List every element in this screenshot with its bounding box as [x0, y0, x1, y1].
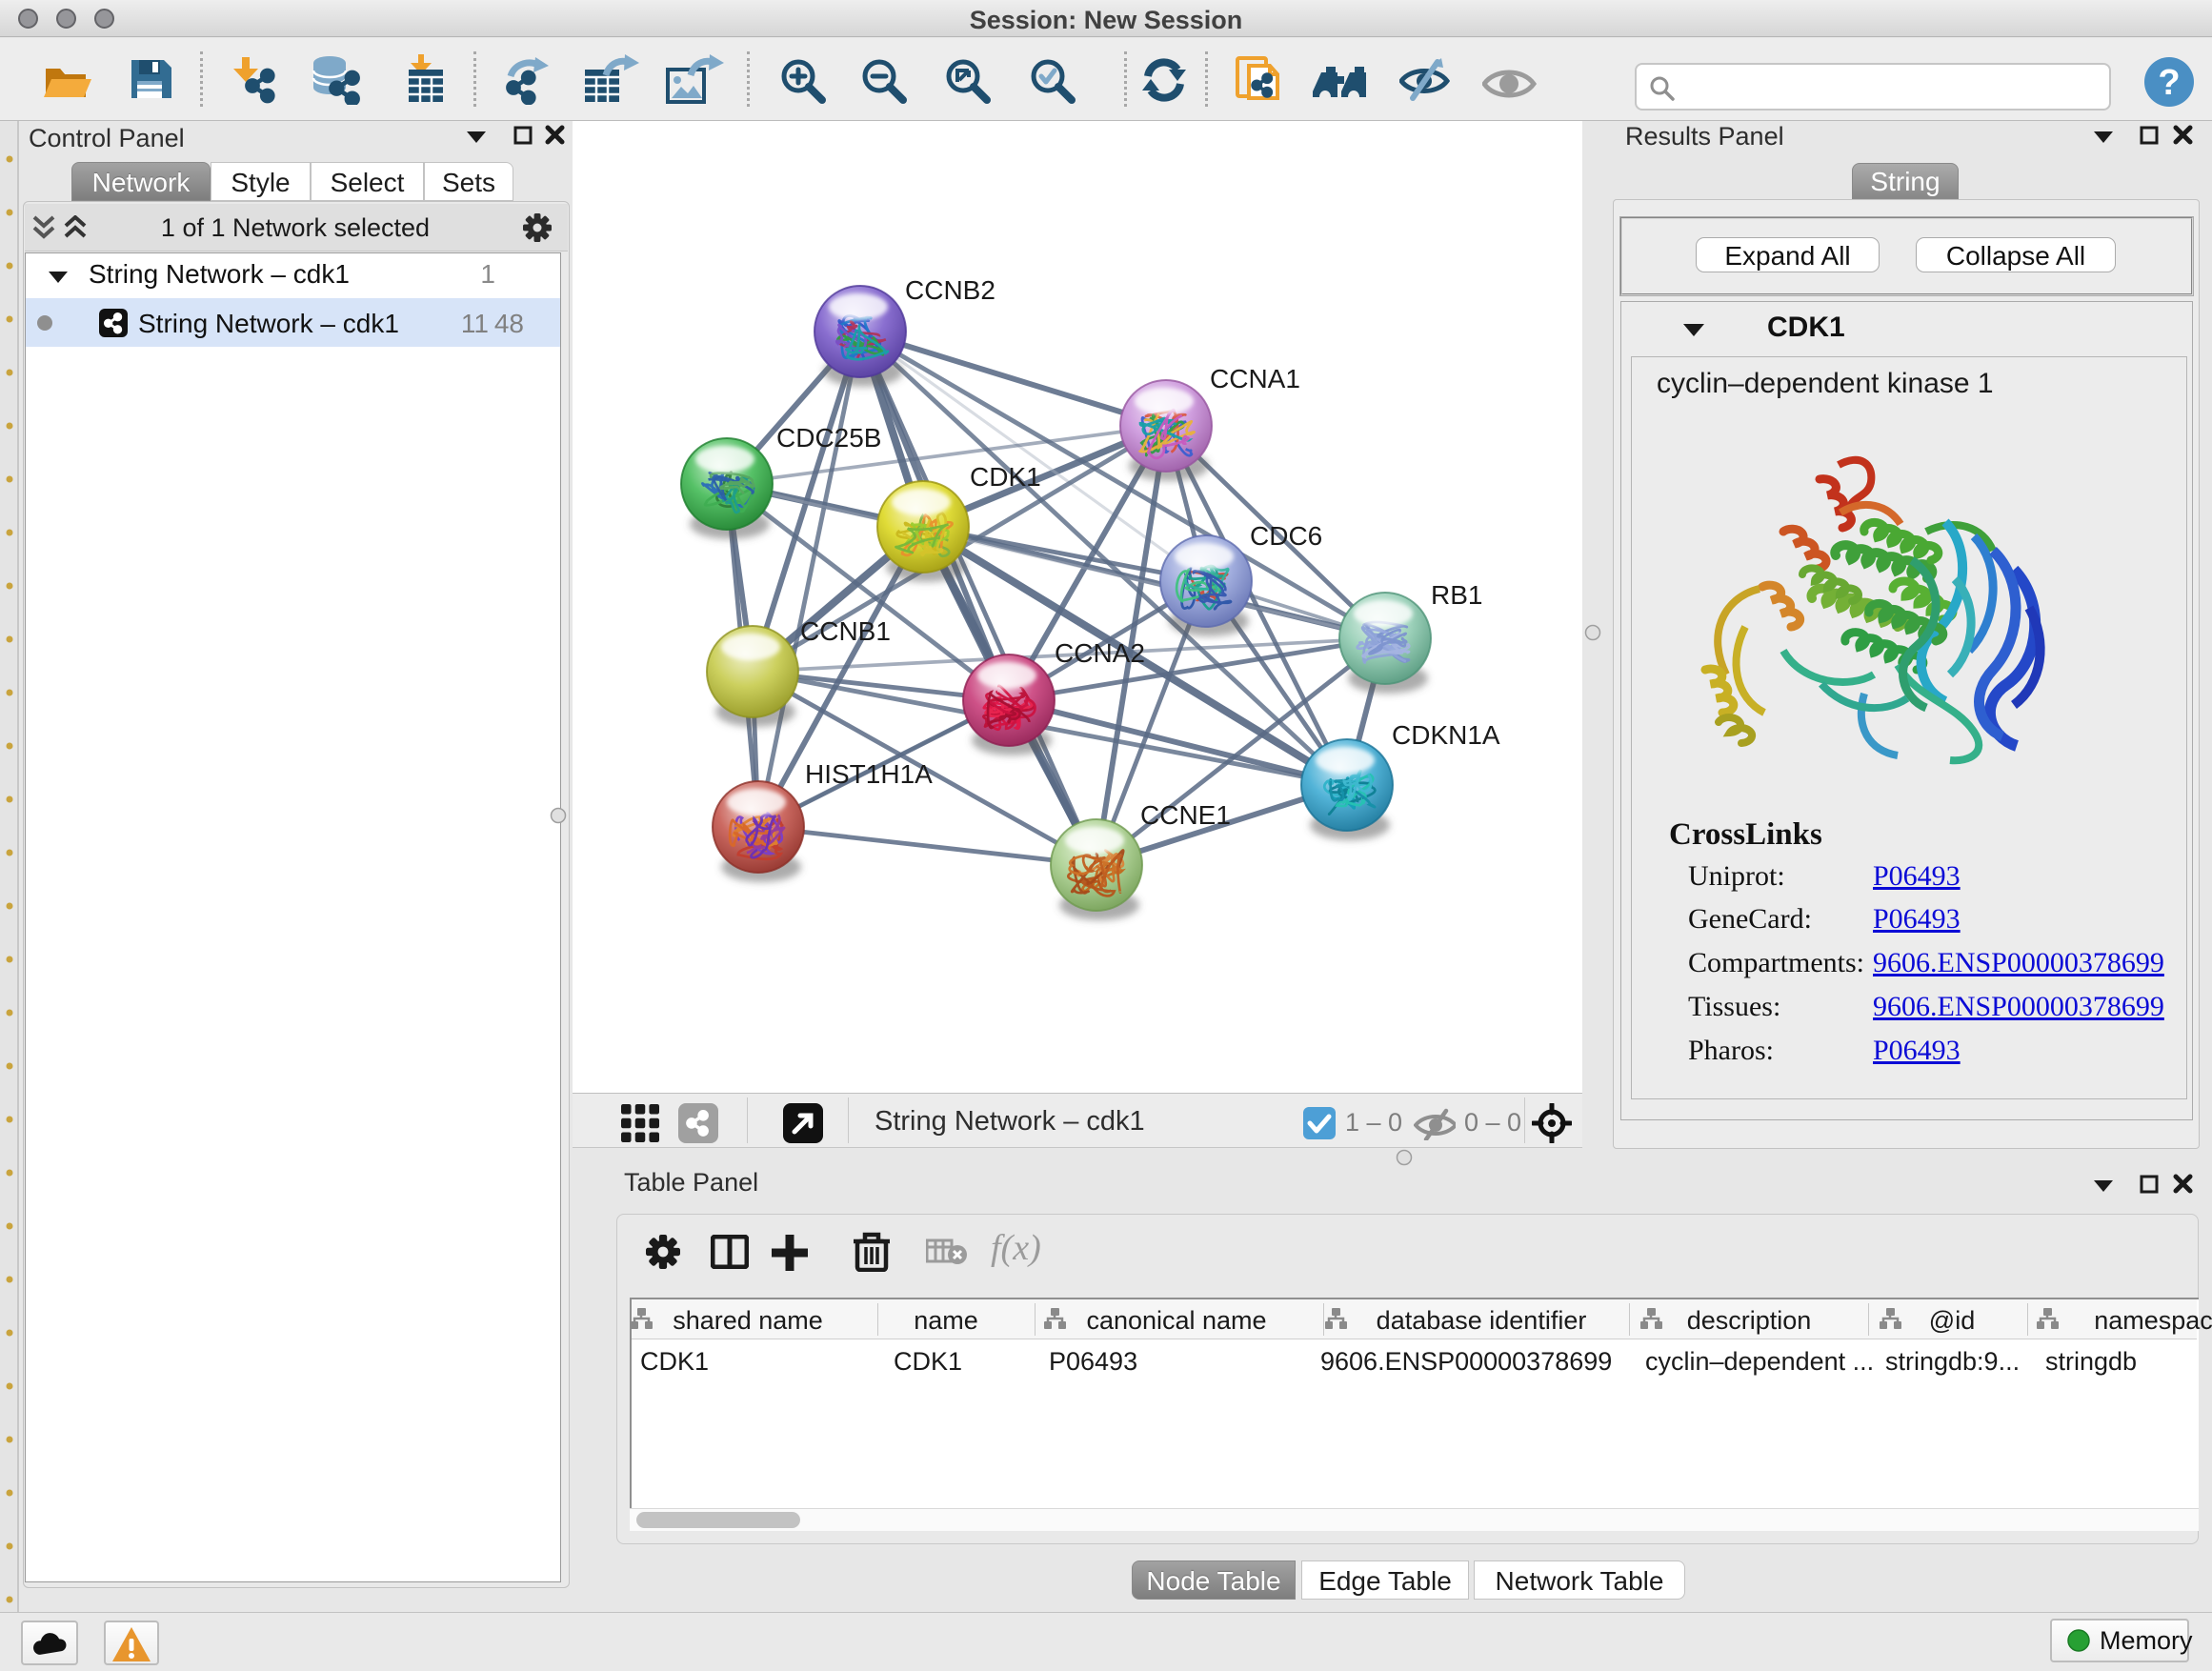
svg-text:?: ?	[2158, 63, 2180, 103]
svg-text:CCNB2: CCNB2	[905, 275, 995, 305]
svg-text:HIST1H1A: HIST1H1A	[805, 759, 933, 789]
svg-text:CCNA1: CCNA1	[1210, 364, 1300, 393]
svg-text:CDC25B: CDC25B	[776, 423, 881, 453]
svg-text:CDKN1A: CDKN1A	[1392, 720, 1500, 750]
svg-text:CCNB1: CCNB1	[800, 616, 891, 646]
svg-text:CCNE1: CCNE1	[1140, 800, 1231, 830]
svg-text:CDK1: CDK1	[970, 462, 1041, 492]
svg-text:CDC6: CDC6	[1250, 521, 1322, 551]
svg-text:RB1: RB1	[1431, 580, 1482, 610]
svg-text:CCNA2: CCNA2	[1055, 638, 1145, 668]
